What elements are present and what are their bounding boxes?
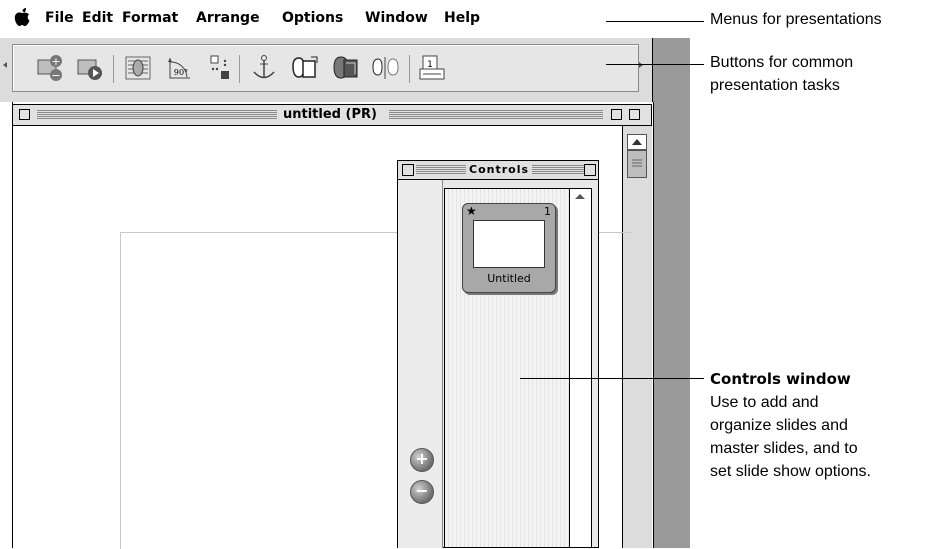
callout-controls-line1: Use to add and: [710, 394, 819, 411]
apple-menu-icon[interactable]: [14, 8, 30, 27]
menu-help[interactable]: Help: [444, 10, 480, 26]
group-icon[interactable]: [291, 53, 321, 83]
document-title-bar[interactable]: untitled (PR): [12, 104, 652, 126]
callout-line-controls: [520, 378, 704, 379]
ungroup-icon[interactable]: [331, 53, 361, 83]
zoom-box-icon[interactable]: [611, 109, 622, 120]
slide-thumbnail[interactable]: ★ 1 Untitled: [462, 203, 556, 293]
svg-text:−: −: [51, 69, 60, 82]
add-slide-icon[interactable]: + −: [35, 53, 65, 83]
callout-controls-line3: master slides, and to: [710, 440, 858, 457]
page-number-icon[interactable]: 1: [417, 53, 447, 83]
remove-slide-button[interactable]: −: [410, 480, 434, 504]
toolbar-separator: [409, 55, 410, 83]
close-box-icon[interactable]: [402, 164, 414, 176]
slide-number: 1: [544, 205, 551, 218]
callout-buttons-line2: presentation tasks: [710, 77, 840, 94]
collapse-box-icon[interactable]: [629, 109, 640, 120]
add-slide-button[interactable]: +: [410, 448, 434, 472]
slide-preview: [473, 220, 545, 268]
collapse-box-icon[interactable]: [584, 164, 596, 176]
callout-controls-title-text: Controls window: [710, 370, 851, 388]
callout-controls-line4: set slide show options.: [710, 463, 871, 480]
controls-window: Controls + − ★ 1 Untitled: [397, 160, 599, 548]
menu-options[interactable]: Options: [282, 10, 343, 26]
menu-edit[interactable]: Edit: [82, 10, 113, 26]
scroll-thumb[interactable]: [627, 150, 647, 178]
callout-controls-title: Controls window: [710, 368, 851, 391]
controls-side-panel: + −: [398, 180, 443, 548]
master-star-icon: ★: [466, 204, 477, 218]
scroll-up-arrow-icon[interactable]: [570, 189, 590, 203]
close-box-icon[interactable]: [19, 109, 30, 120]
scroll-up-arrow-icon[interactable]: [627, 134, 647, 150]
callout-line-buttons: [606, 64, 704, 65]
document-title: untitled (PR): [283, 107, 377, 122]
menu-file[interactable]: File: [45, 10, 74, 26]
menu-arrange[interactable]: Arrange: [196, 10, 260, 26]
svg-text:+: +: [51, 55, 60, 68]
toolbar-separator: [239, 55, 240, 83]
menu-window[interactable]: Window: [365, 10, 428, 26]
scroll-right-arrow[interactable]: [637, 58, 645, 72]
slide-name: Untitled: [487, 272, 531, 285]
svg-text:90°: 90°: [174, 68, 188, 77]
desktop-background: [652, 38, 690, 548]
title-stripes: [37, 110, 277, 119]
align-objects-icon[interactable]: [205, 53, 235, 83]
text-wrap-icon[interactable]: [123, 53, 153, 83]
menu-bar: File Edit Format Arrange Options Window …: [0, 0, 690, 39]
scroll-left-arrow[interactable]: [2, 58, 8, 72]
controls-title-bar[interactable]: Controls: [398, 161, 598, 180]
title-stripes: [389, 110, 603, 119]
button-bar-window: + − 90° 1: [0, 38, 653, 102]
callout-buttons-line1: Buttons for common: [710, 54, 854, 71]
play-slideshow-icon[interactable]: [75, 53, 105, 83]
callout-controls-line2: organize slides and: [710, 417, 848, 434]
callout-menus: Menus for presentations: [710, 11, 882, 28]
spacing-icon[interactable]: [371, 53, 401, 83]
controls-title: Controls: [466, 163, 533, 176]
rotate-90-icon[interactable]: 90°: [165, 53, 195, 83]
slide-list-scrollbar[interactable]: [570, 188, 592, 548]
toolbar-separator: [113, 55, 114, 83]
menu-format[interactable]: Format: [122, 10, 178, 26]
slide-list[interactable]: ★ 1 Untitled: [444, 188, 570, 548]
anchor-icon[interactable]: [249, 53, 279, 83]
callout-line-menus: [606, 21, 704, 22]
button-bar: + − 90° 1: [12, 44, 639, 92]
